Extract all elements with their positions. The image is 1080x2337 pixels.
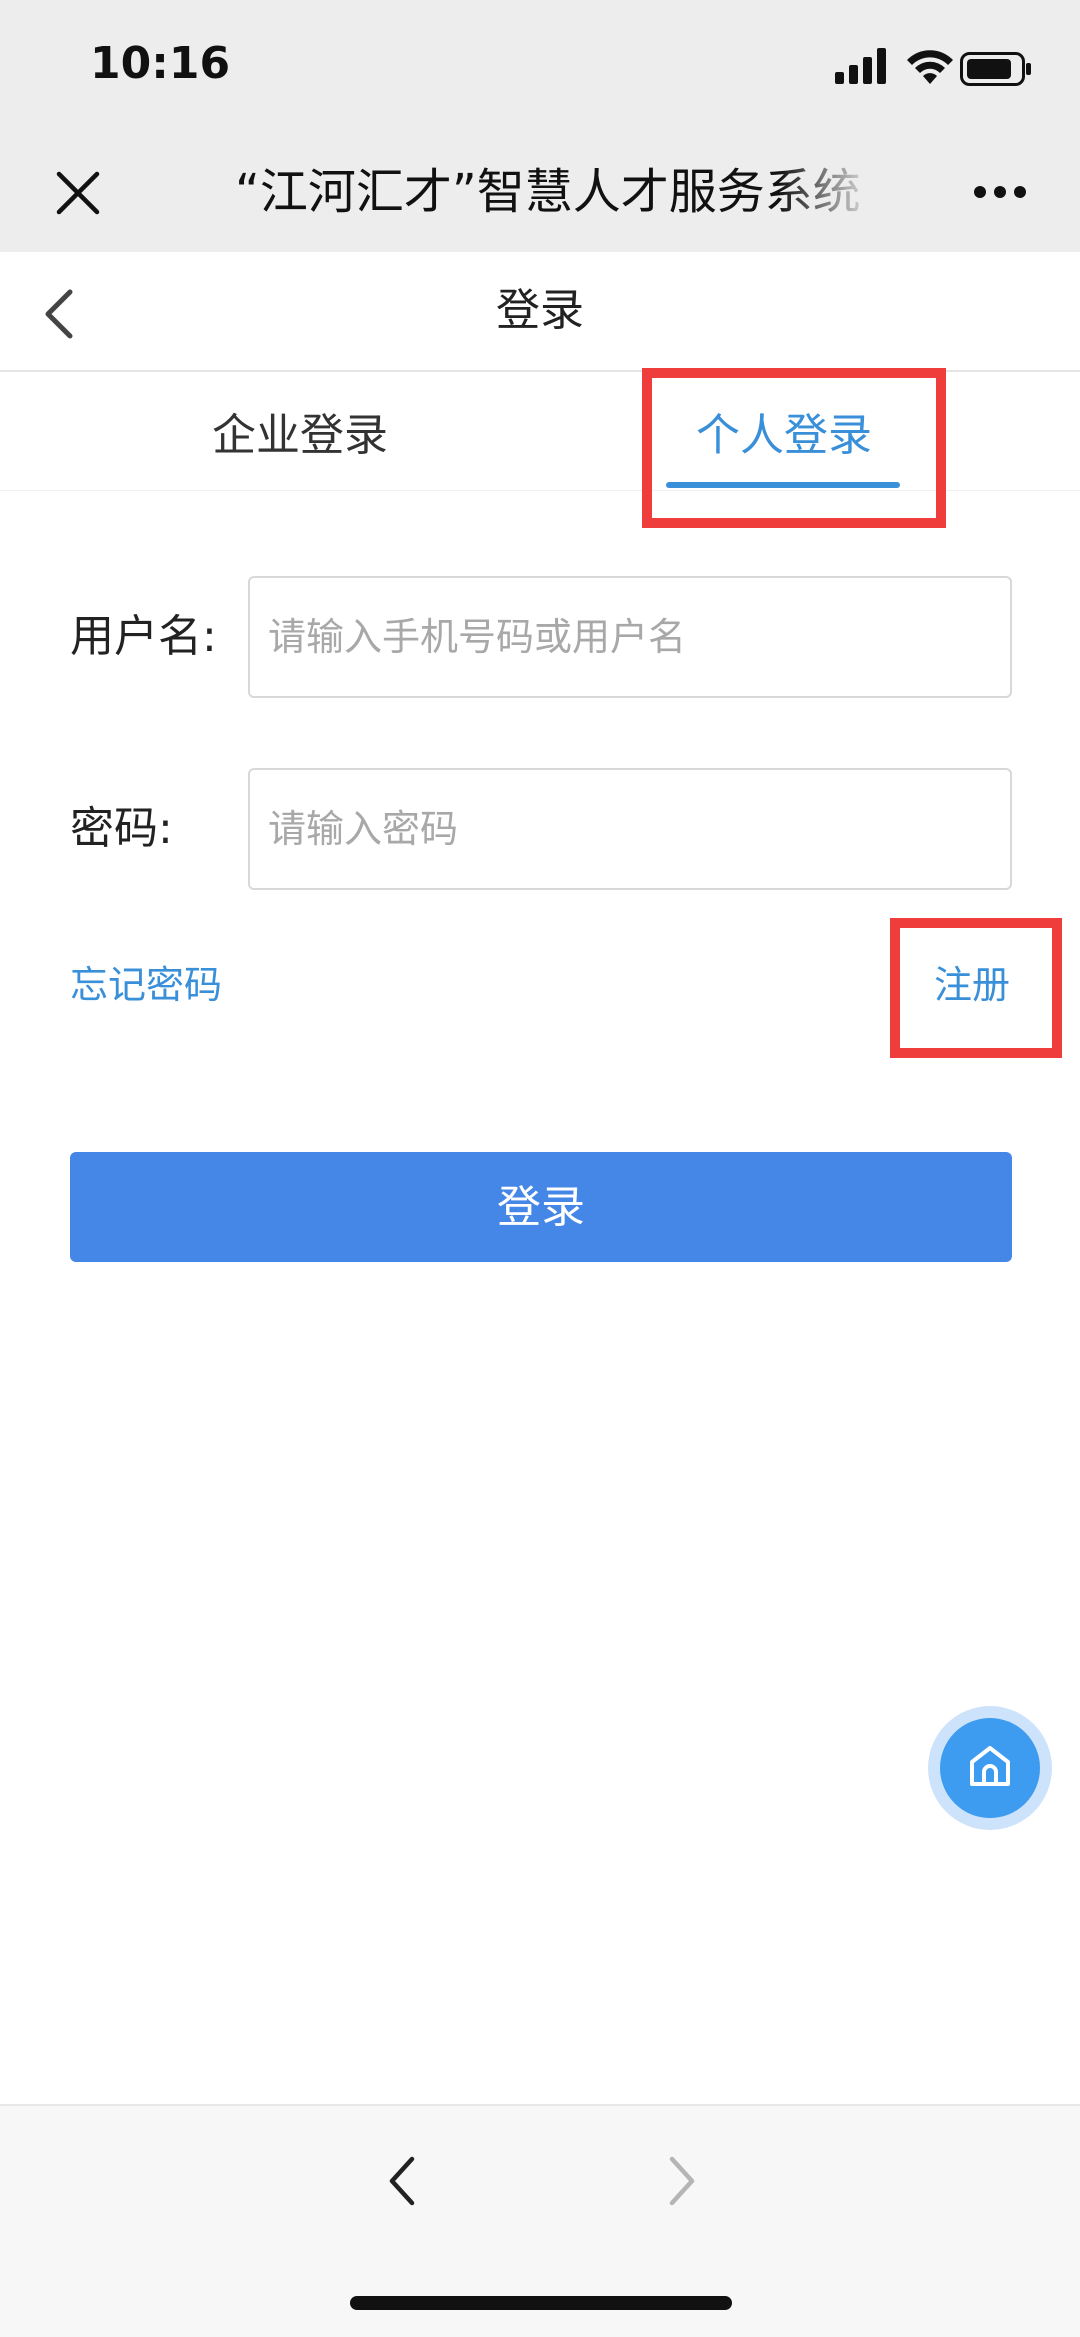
battery-icon	[960, 52, 1031, 86]
browser-back-icon[interactable]	[382, 2151, 422, 2211]
wifi-icon	[907, 50, 953, 84]
highlight-box-register	[890, 918, 1062, 1058]
browser-forward-icon	[669, 2156, 695, 2206]
cellular-signal-icon	[835, 48, 886, 84]
chevron-left-icon[interactable]	[40, 286, 80, 342]
webview-header: “江河汇才”智慧人才服务系统	[0, 132, 1080, 252]
username-row: 用户名:	[0, 576, 1080, 698]
login-page: 10:16 “江河汇才”智慧人才服务系统 登录 企业登录 个人登录 用户名: 请…	[0, 0, 1080, 2337]
status-time: 10:16	[90, 38, 231, 89]
home-indicator	[350, 2296, 732, 2310]
forgot-password-link[interactable]: 忘记密码	[70, 954, 222, 1009]
close-icon[interactable]	[55, 170, 101, 216]
page-title: 登录	[496, 285, 584, 336]
floating-home-button[interactable]	[928, 1706, 1052, 1830]
tab-enterprise-login[interactable]: 企业登录	[150, 372, 450, 490]
username-label: 用户名:	[70, 611, 217, 662]
webview-title: “江河汇才”智慧人才服务系统	[235, 164, 861, 220]
status-bar: 10:16	[0, 0, 1080, 132]
login-button[interactable]: 登录	[70, 1152, 1012, 1262]
more-icon[interactable]	[972, 184, 1028, 200]
highlight-box-personal-tab	[642, 368, 946, 528]
password-label: 密码:	[70, 803, 173, 854]
password-row: 密码:	[0, 768, 1080, 890]
page-nav-bar: 登录	[0, 252, 1080, 372]
browser-bottom-bar	[0, 2104, 1080, 2337]
floating-home-inner	[940, 1718, 1040, 1818]
home-icon	[970, 1746, 1010, 1786]
username-input[interactable]	[248, 576, 1012, 698]
password-input[interactable]	[248, 768, 1012, 890]
